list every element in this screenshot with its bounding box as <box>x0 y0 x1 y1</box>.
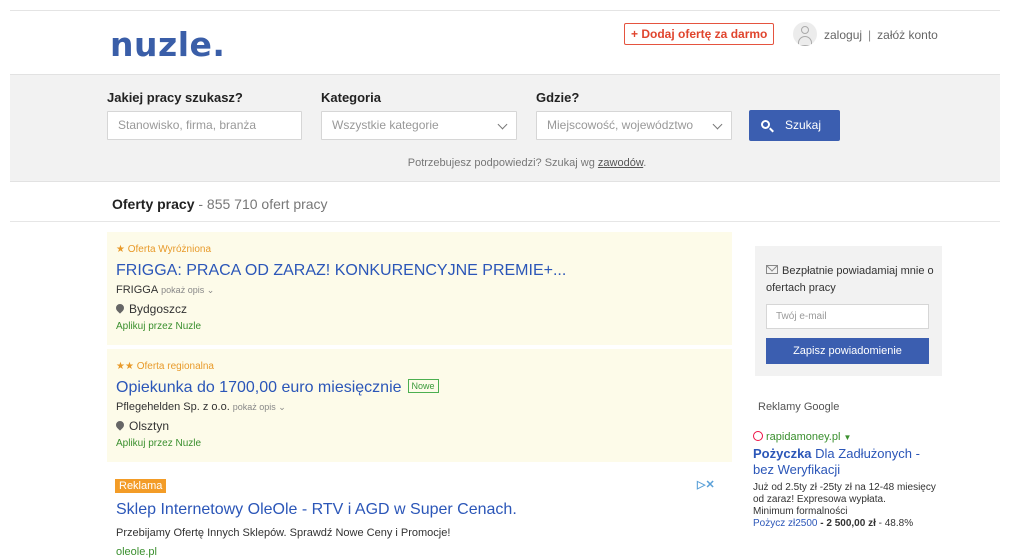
ad-source[interactable]: rapidamoney.pl ▼ <box>753 430 943 443</box>
google-ad-line: Minimum formalności <box>753 506 848 517</box>
featured-tag: ★ Oferta Wyróżniona <box>116 244 212 255</box>
category-select[interactable]: Wszystkie kategorie <box>321 111 517 140</box>
ad-source-text: rapidamoney.pl <box>766 431 841 443</box>
ad-url-link[interactable]: oleole.pl <box>116 546 157 558</box>
apply-link[interactable]: Aplikuj przez Nuzle <box>116 321 201 332</box>
adchoices-icon[interactable]: ▷✕ <box>697 478 715 491</box>
google-ad-title[interactable]: Pożyczka Dla Zadłużonych - bez Weryfikac… <box>753 446 943 478</box>
save-alert-button[interactable]: Zapisz powiadomienie <box>766 338 929 364</box>
professions-link[interactable]: zawodów <box>598 157 643 169</box>
hint-dot: . <box>643 157 647 169</box>
regional-tag: ★★ Oferta regionalna <box>116 361 214 372</box>
user-icon[interactable] <box>793 22 817 46</box>
location-pin-icon <box>114 302 126 314</box>
job-alert-text: Bezpłatnie powiadamiaj mnie o ofertach p… <box>766 265 934 294</box>
location: Olsztyn <box>114 419 170 433</box>
show-description-link[interactable]: pokaż opis ⌄ <box>161 285 214 295</box>
new-badge: Nowe <box>407 379 439 393</box>
ad-badge: Reklama <box>115 479 167 493</box>
job-alert-box: Bezpłatnie powiadamiaj mnie o ofertach p… <box>755 246 942 376</box>
ad-title-bold: Pożyczka <box>753 446 812 461</box>
company-name: FRIGGA pokaż opis ⌄ <box>116 284 214 296</box>
register-link[interactable]: załóż konto <box>877 28 938 42</box>
search-button-label: Szukaj <box>785 118 822 132</box>
job-offer-card[interactable]: ★ Oferta Wyróżniona FRIGGA: PRACA OD ZAR… <box>107 232 732 345</box>
job-label: Jakiej pracy szukasz? <box>107 90 243 105</box>
location-label: Olsztyn <box>129 419 170 433</box>
ad-source-icon <box>753 431 763 441</box>
google-ad-price: Pożycz zł2500 - 2 500,00 zł - 48.8% <box>753 518 943 530</box>
offers-title: Oferty pracy <box>112 196 195 212</box>
ad-title-link[interactable]: Sklep Internetowy OleOle - RTV i AGD w S… <box>116 501 517 519</box>
offers-heading: Oferty pracy - 855 710 ofert pracy <box>112 196 328 212</box>
company-label: Pflegehelden Sp. z o.o. <box>116 401 230 413</box>
email-input[interactable]: Twój e-mail <box>766 304 929 329</box>
company-name: Pflegehelden Sp. z o.o. pokaż opis ⌄ <box>116 401 286 413</box>
divider <box>10 221 1000 222</box>
ad-block[interactable]: Reklama ▷✕ Sklep Internetowy OleOle - RT… <box>107 466 732 558</box>
location-pin-icon <box>114 419 126 431</box>
account-links: zaloguj | załóż konto <box>824 28 938 42</box>
add-offer-button[interactable]: + Dodaj ofertę za darmo <box>624 23 775 45</box>
location-label: Bydgoszcz <box>129 302 188 316</box>
offer-title-text: Opiekunka do 1700,00 euro miesięcznie <box>116 379 402 396</box>
caret-down-icon: ▼ <box>843 433 852 442</box>
location-select[interactable]: Miejscowość, województwo <box>536 111 732 140</box>
search-hint: Potrzebujesz podpowiedzi? Szukaj wg zawo… <box>0 157 1014 169</box>
offers-count: - 855 710 ofert pracy <box>194 196 328 212</box>
apply-link[interactable]: Aplikuj przez Nuzle <box>116 438 201 449</box>
offer-title-link[interactable]: FRIGGA: PRACA OD ZARAZ! KONKURENCYJNE PR… <box>116 262 566 280</box>
ad-description: Przebijamy Ofertę Innych Sklepów. Sprawd… <box>116 527 451 539</box>
top-divider <box>10 10 1000 11</box>
offer-title-link[interactable]: Opiekunka do 1700,00 euro miesięcznie Now… <box>116 379 439 397</box>
google-ad[interactable]: rapidamoney.pl ▼ Pożyczka Dla Zadłużonyc… <box>753 430 943 530</box>
separator: | <box>868 28 872 42</box>
show-description-link[interactable]: pokaż opis ⌄ <box>233 402 286 412</box>
search-button[interactable]: Szukaj <box>749 110 840 141</box>
job-offer-card[interactable]: ★★ Oferta regionalna Opiekunka do 1700,0… <box>107 349 732 462</box>
search-icon <box>761 120 770 129</box>
borrow-link[interactable]: Pożycz zł2500 <box>753 518 817 529</box>
category-label: Kategoria <box>321 90 381 105</box>
hint-text: Potrzebujesz podpowiedzi? Szukaj wg <box>407 157 598 169</box>
company-label: FRIGGA <box>116 284 159 296</box>
google-ad-desc: Już od 2.5ty zł -25ty zł na 12-48 miesię… <box>753 482 936 505</box>
where-label: Gdzie? <box>536 90 580 105</box>
google-ads-label: Reklamy Google <box>758 401 840 413</box>
job-search-input[interactable]: Stanowisko, firma, branża <box>107 111 302 140</box>
login-link[interactable]: zaloguj <box>824 28 862 42</box>
price-amount: - 2 500,00 zł <box>817 518 876 529</box>
logo[interactable]: nuzle. <box>110 25 225 64</box>
location: Bydgoszcz <box>114 302 188 316</box>
price-percent: - 48.8% <box>875 518 914 529</box>
